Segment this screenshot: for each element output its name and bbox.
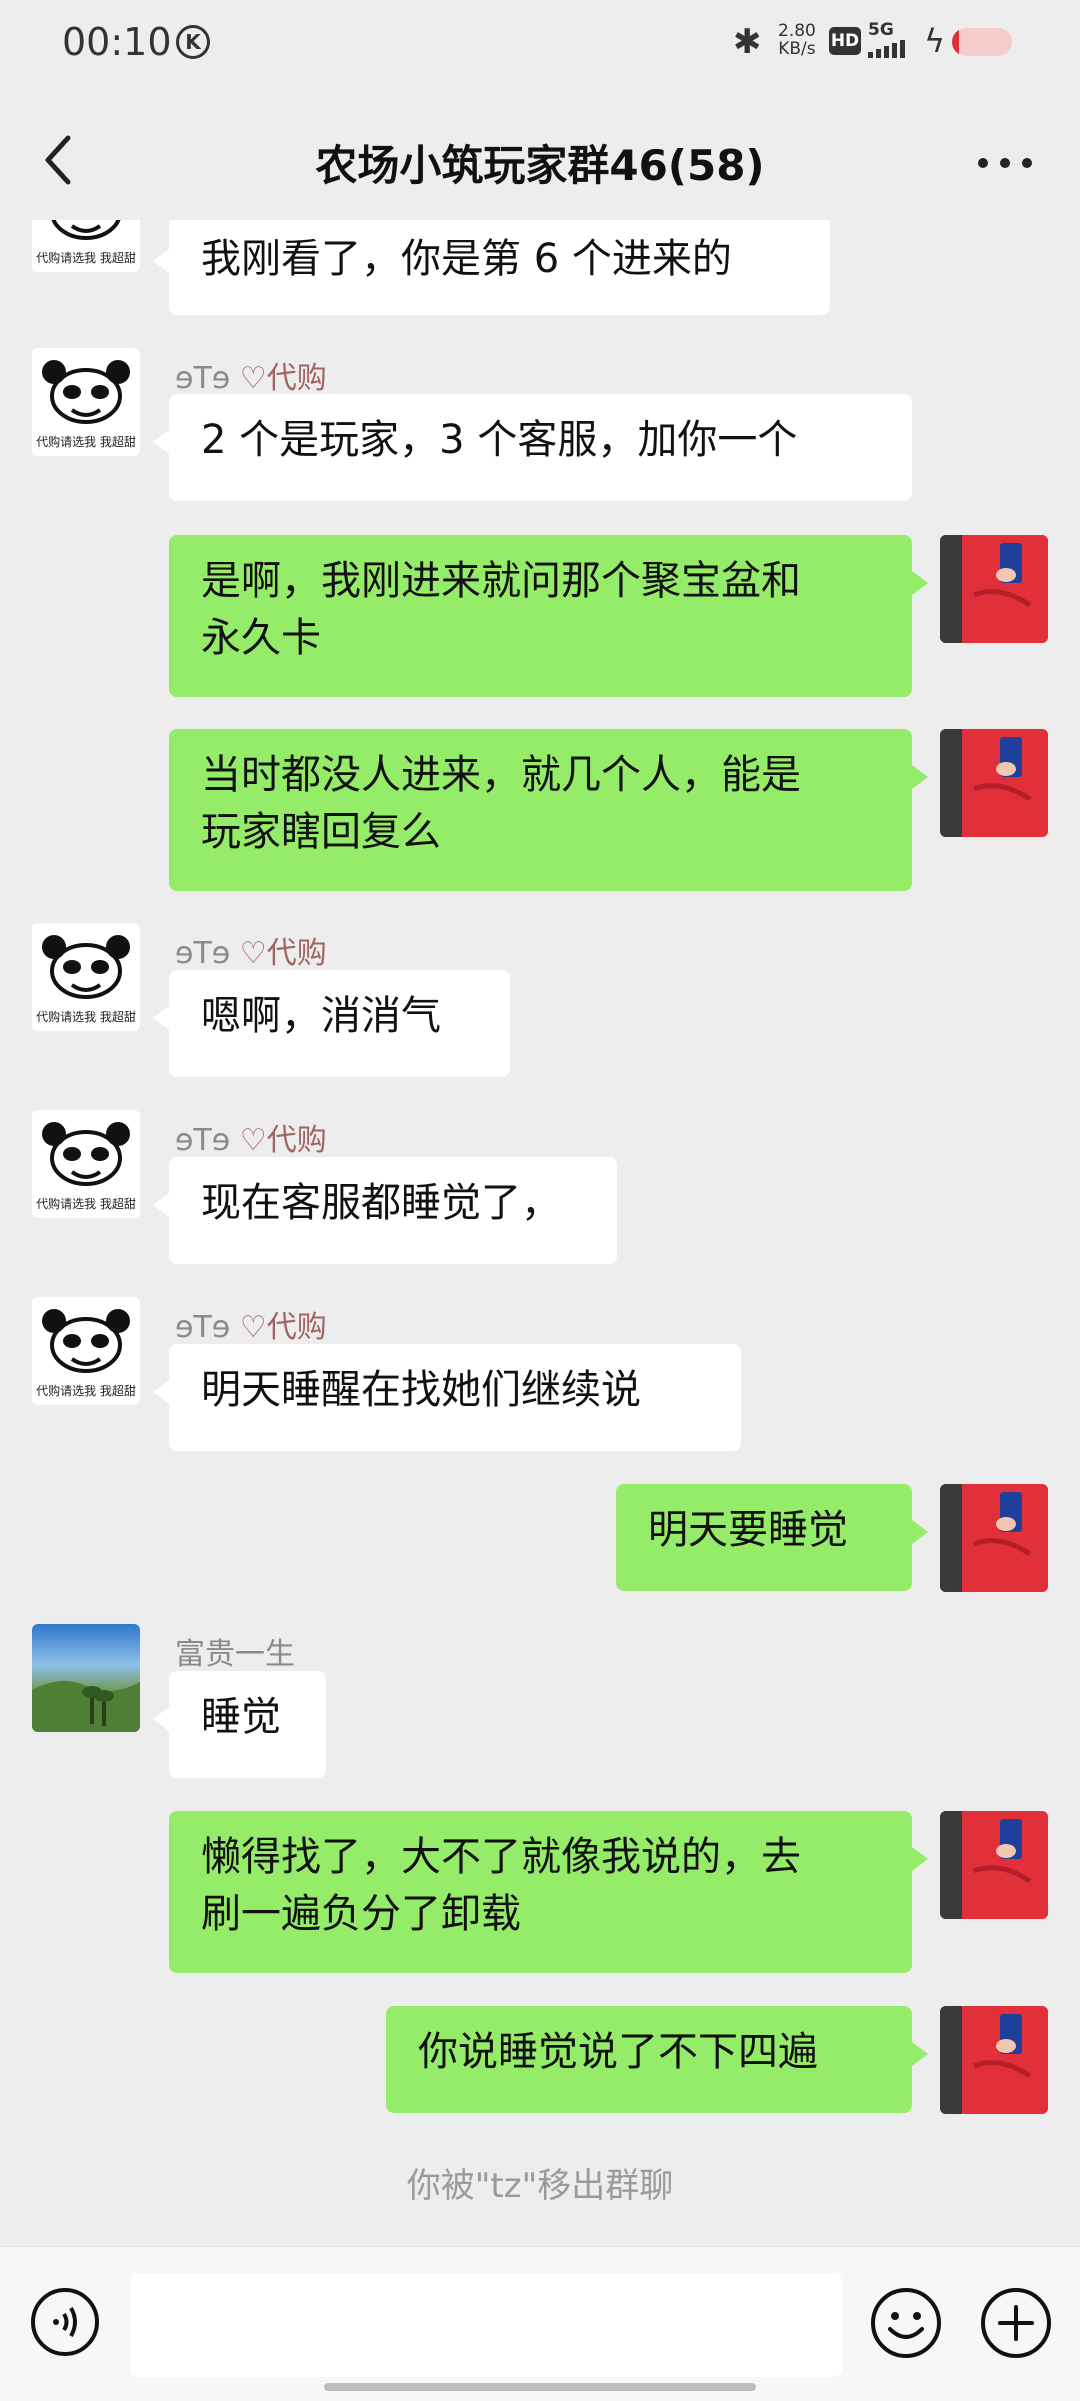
avatar[interactable]: 代购请选我 我超甜: [32, 923, 140, 1031]
avatar-caption: 代购请选我 我超甜: [36, 1197, 136, 1211]
emoji-button[interactable]: [870, 2287, 942, 2359]
self-avatar[interactable]: [940, 1811, 1048, 1919]
status-bar: 00:10 K ✱ 2.80 KB/s HD 5G ϟ: [0, 0, 1080, 86]
sender-tag: 代购: [266, 1123, 327, 1158]
sender-name: ɘTɘ ♡代购: [175, 353, 327, 397]
chat-title: 农场小筑玩家群46(58): [315, 141, 765, 190]
message-bubble[interactable]: 现在客服都睡觉了，: [153, 1157, 617, 1264]
sender-tag: 代购: [266, 936, 327, 971]
sender-tag: 代购: [266, 361, 327, 396]
sender-nickname: ɘTɘ: [175, 1123, 231, 1158]
message-bubble[interactable]: 我刚看了，你是第 6 个进来的: [153, 220, 830, 315]
sender-nickname: ɘTɘ: [175, 936, 231, 971]
home-indicator[interactable]: [324, 2383, 756, 2391]
message-bubble[interactable]: 2 个是玩家，3 个客服，加你一个: [153, 394, 912, 501]
message-bubble[interactable]: 睡觉: [153, 1671, 326, 1778]
avatar-caption: 代购请选我 我超甜: [36, 435, 136, 449]
more-actions-button[interactable]: [980, 2287, 1052, 2359]
voice-icon: [31, 2288, 99, 2356]
message-input[interactable]: [130, 2273, 842, 2377]
sender-name: 富贵一生: [175, 1629, 295, 1673]
heart-icon: ♡: [239, 1123, 267, 1158]
voice-button[interactable]: [30, 2287, 100, 2357]
message-bubble[interactable]: 你说睡觉说了不下四遍: [386, 2006, 928, 2113]
message-bubble[interactable]: 明天要睡觉: [616, 1484, 928, 1591]
battery-icon: [952, 28, 1012, 56]
message-bubble[interactable]: 嗯啊，消消气: [153, 970, 510, 1077]
hd-badge: HD: [829, 27, 861, 55]
plus-icon: [981, 2288, 1051, 2358]
heart-icon: ♡: [239, 361, 267, 396]
more-button[interactable]: [970, 138, 1040, 188]
chat-header: 农场小筑玩家群46(58): [0, 110, 1080, 220]
network-speed: 2.80 KB/s: [778, 22, 816, 58]
network-speed-value: 2.80: [778, 21, 816, 41]
self-avatar[interactable]: [940, 2006, 1048, 2114]
sender-nickname: 富贵一生: [175, 1637, 295, 1672]
bluetooth-icon: ✱: [733, 22, 762, 62]
message-bubble[interactable]: 是啊，我刚进来就问那个聚宝盆和 永久卡: [169, 535, 928, 697]
sender-nickname: ɘTɘ: [175, 361, 231, 396]
battery-level: [952, 28, 960, 56]
status-time: 00:10: [62, 20, 172, 64]
message-list[interactable]: 代购请选我 我超甜 我刚看了，你是第 6 个进来的 代购请选我 我超甜 ɘTɘ …: [0, 220, 1080, 2245]
avatar-caption: 代购请选我 我超甜: [36, 1010, 136, 1024]
message-bubble[interactable]: 明天睡醒在找她们继续说: [153, 1344, 741, 1451]
message-bubble[interactable]: 懒得找了，大不了就像我说的，去 刷一遍负分了卸载: [169, 1811, 928, 1973]
sender-tag: 代购: [266, 1310, 327, 1345]
avatar[interactable]: 代购请选我 我超甜: [32, 220, 140, 272]
more-icon: [978, 158, 1032, 168]
avatar[interactable]: 代购请选我 我超甜: [32, 348, 140, 456]
k-badge-icon: K: [176, 25, 210, 59]
sender-name: ɘTɘ ♡代购: [175, 1302, 327, 1346]
sender-nickname: ɘTɘ: [175, 1310, 231, 1345]
sender-name: ɘTɘ ♡代购: [175, 1115, 327, 1159]
avatar[interactable]: 代购请选我 我超甜: [32, 1110, 140, 1218]
self-avatar[interactable]: [940, 1484, 1048, 1592]
avatar[interactable]: 代购请选我 我超甜: [32, 1297, 140, 1405]
emoji-icon: [871, 2288, 941, 2358]
avatar[interactable]: [32, 1624, 140, 1732]
network-type: 5G: [868, 20, 894, 40]
input-bar: [0, 2246, 1080, 2401]
message-bubble[interactable]: 当时都没人进来，就几个人，能是 玩家瞎回复么: [169, 729, 928, 891]
sender-name: ɘTɘ ♡代购: [175, 928, 327, 972]
self-avatar[interactable]: [940, 729, 1048, 837]
avatar-caption: 代购请选我 我超甜: [36, 1384, 136, 1398]
network-speed-unit: KB/s: [778, 39, 816, 59]
heart-icon: ♡: [239, 1310, 267, 1345]
self-avatar[interactable]: [940, 535, 1048, 643]
charging-icon: ϟ: [924, 22, 946, 60]
heart-icon: ♡: [239, 936, 267, 971]
avatar-caption: 代购请选我 我超甜: [36, 251, 136, 265]
system-message: 你被"tz"移出群聊: [406, 2166, 674, 2206]
